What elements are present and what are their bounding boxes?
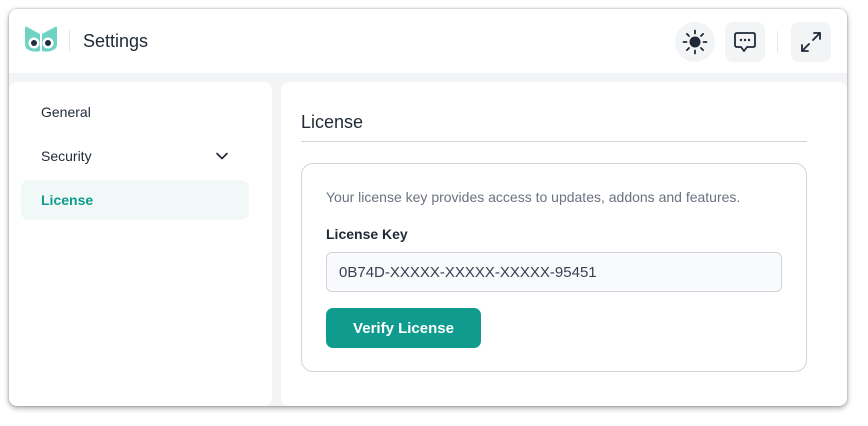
license-card: Your license key provides access to upda… — [301, 163, 807, 372]
sun-icon — [682, 29, 708, 55]
chevron-down-icon — [216, 152, 228, 160]
sidebar-item-license[interactable]: License — [21, 180, 249, 220]
sidebar-item-security[interactable]: Security — [21, 136, 249, 176]
chat-bubble-icon — [734, 32, 756, 52]
sidebar: General Security License — [9, 82, 272, 406]
section-title: License — [301, 112, 364, 132]
sidebar-item-label: General — [41, 104, 91, 120]
sidebar-item-label: License — [41, 192, 94, 208]
expand-icon — [801, 32, 821, 52]
settings-window: Settings General Security License Licens… — [9, 9, 847, 406]
header: Settings — [9, 9, 847, 73]
license-key-label: License Key — [326, 226, 408, 242]
header-divider — [69, 30, 70, 52]
main-panel: License Your license key provides access… — [281, 82, 847, 406]
verify-license-button[interactable]: Verify License — [326, 308, 481, 348]
license-description: Your license key provides access to upda… — [326, 189, 741, 205]
sidebar-item-label: Security — [41, 148, 92, 164]
section-divider — [301, 141, 807, 142]
logo-icon — [25, 26, 57, 52]
feedback-button[interactable] — [725, 22, 765, 62]
header-divider-2 — [777, 31, 778, 53]
theme-toggle-button[interactable] — [675, 22, 715, 62]
license-key-input[interactable] — [326, 252, 782, 292]
sidebar-item-general[interactable]: General — [21, 92, 249, 132]
page-title: Settings — [83, 31, 149, 51]
fullscreen-button[interactable] — [791, 22, 831, 62]
